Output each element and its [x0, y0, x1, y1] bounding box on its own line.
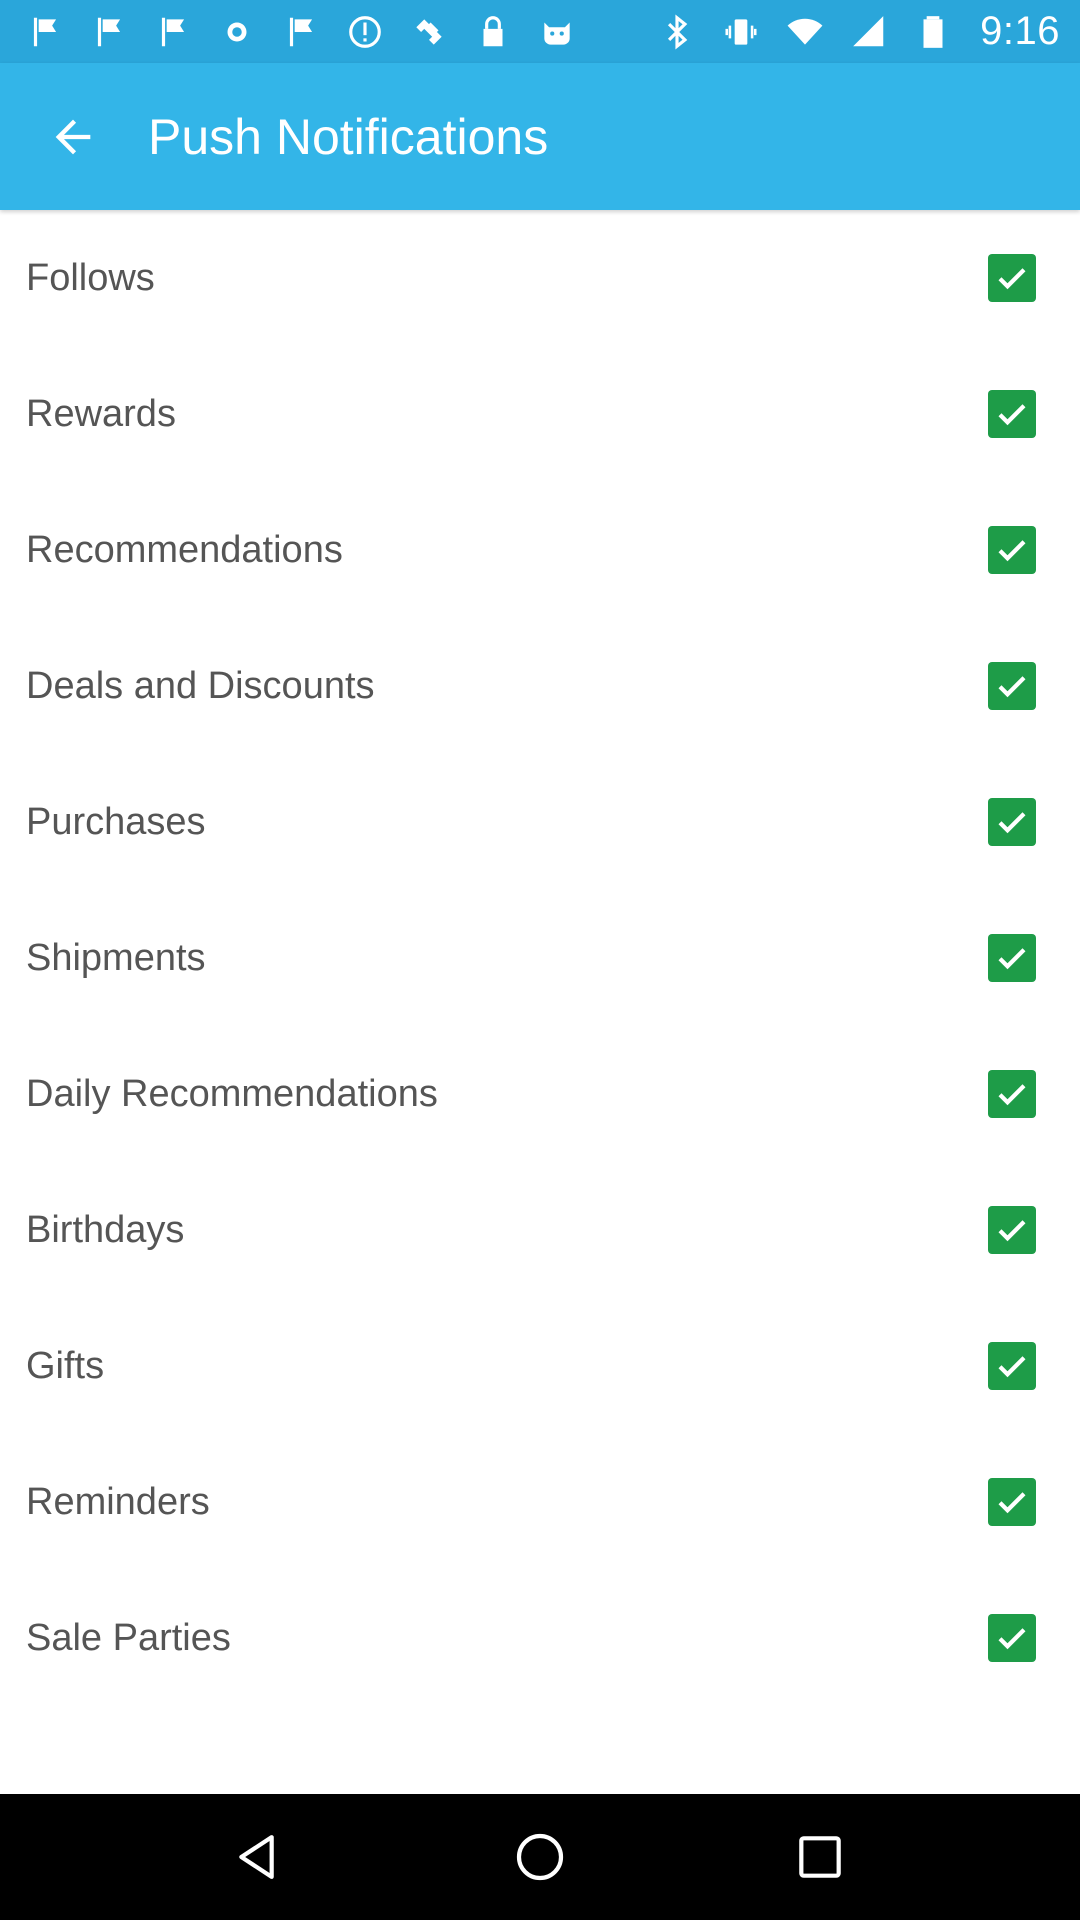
- setting-label: Follows: [26, 256, 155, 299]
- setting-label: Purchases: [26, 800, 206, 843]
- status-bar: 9:16: [0, 0, 1080, 63]
- checkbox[interactable]: [988, 1614, 1036, 1662]
- back-triangle-icon: [239, 1835, 274, 1879]
- vibrate-icon: [720, 11, 762, 53]
- checkmark-icon: [998, 1220, 1026, 1242]
- setting-label: Sale Parties: [26, 1616, 231, 1659]
- app-bar: Push Notifications: [0, 63, 1080, 210]
- nav-home-button[interactable]: [477, 1794, 603, 1920]
- nav-recents-button[interactable]: [757, 1794, 883, 1920]
- setting-label: Deals and Discounts: [26, 664, 375, 707]
- checkbox[interactable]: [988, 390, 1036, 438]
- setting-label: Shipments: [26, 936, 206, 979]
- page-title: Push Notifications: [148, 108, 549, 165]
- recents-square-icon: [799, 1836, 841, 1878]
- checkmark-icon: [998, 948, 1026, 970]
- setting-label: Reminders: [26, 1480, 210, 1523]
- nav-back-button[interactable]: [197, 1794, 323, 1920]
- checkbox[interactable]: [988, 1478, 1036, 1526]
- dot-icon: [216, 11, 258, 53]
- wifi-icon: [784, 11, 826, 53]
- checkbox[interactable]: [988, 1070, 1036, 1118]
- setting-row-gifts[interactable]: Gifts: [0, 1298, 1080, 1434]
- setting-row-recommendations[interactable]: Recommendations: [0, 482, 1080, 618]
- setting-row-purchases[interactable]: Purchases: [0, 754, 1080, 890]
- settings-list: Follows Rewards Recommendations Deals an…: [0, 210, 1080, 1706]
- lock-icon: [472, 11, 514, 53]
- checkmark-icon: [998, 1356, 1026, 1378]
- checkbox[interactable]: [988, 254, 1036, 302]
- signal-icon: [848, 11, 890, 53]
- checkbox[interactable]: [988, 526, 1036, 574]
- setting-label: Daily Recommendations: [26, 1072, 438, 1115]
- cat-icon: [536, 11, 578, 53]
- setting-label: Rewards: [26, 392, 176, 435]
- setting-row-rewards[interactable]: Rewards: [0, 346, 1080, 482]
- battery-icon: [912, 11, 954, 53]
- checkbox[interactable]: [988, 1342, 1036, 1390]
- alert-icon: [344, 11, 386, 53]
- checkbox[interactable]: [988, 662, 1036, 710]
- checkmark-icon: [998, 1628, 1026, 1650]
- home-circle-icon: [516, 1833, 564, 1881]
- setting-label: Recommendations: [26, 528, 343, 571]
- flag-icon: [88, 11, 130, 53]
- checkmark-icon: [998, 676, 1026, 698]
- checkmark-icon: [998, 1492, 1026, 1514]
- setting-row-sale-parties[interactable]: Sale Parties: [0, 1570, 1080, 1706]
- setting-row-birthdays[interactable]: Birthdays: [0, 1162, 1080, 1298]
- checkbox[interactable]: [988, 798, 1036, 846]
- setting-row-shipments[interactable]: Shipments: [0, 890, 1080, 1026]
- setting-row-deals-and-discounts[interactable]: Deals and Discounts: [0, 618, 1080, 754]
- setting-row-reminders[interactable]: Reminders: [0, 1434, 1080, 1570]
- checkmark-icon: [998, 1084, 1026, 1106]
- bluetooth-icon: [656, 11, 698, 53]
- navigation-bar: [0, 1794, 1080, 1920]
- status-time: 9:16: [980, 9, 1060, 53]
- checkmark-icon: [998, 812, 1026, 834]
- checkmark-icon: [998, 268, 1026, 290]
- status-bar-left: [24, 0, 578, 63]
- setting-row-follows[interactable]: Follows: [0, 210, 1080, 346]
- checkmark-icon: [998, 540, 1026, 562]
- checkbox[interactable]: [988, 934, 1036, 982]
- flag-icon: [152, 11, 194, 53]
- setting-label: Birthdays: [26, 1208, 185, 1251]
- status-bar-right: 9:16: [656, 0, 1060, 63]
- back-button[interactable]: [0, 63, 146, 210]
- flag-icon: [280, 11, 322, 53]
- satellite-icon: [408, 11, 450, 53]
- flag-icon: [24, 11, 66, 53]
- checkbox[interactable]: [988, 1206, 1036, 1254]
- setting-row-daily-recommendations[interactable]: Daily Recommendations: [0, 1026, 1080, 1162]
- arrow-back-icon: [55, 119, 91, 154]
- checkmark-icon: [998, 404, 1026, 426]
- setting-label: Gifts: [26, 1344, 105, 1387]
